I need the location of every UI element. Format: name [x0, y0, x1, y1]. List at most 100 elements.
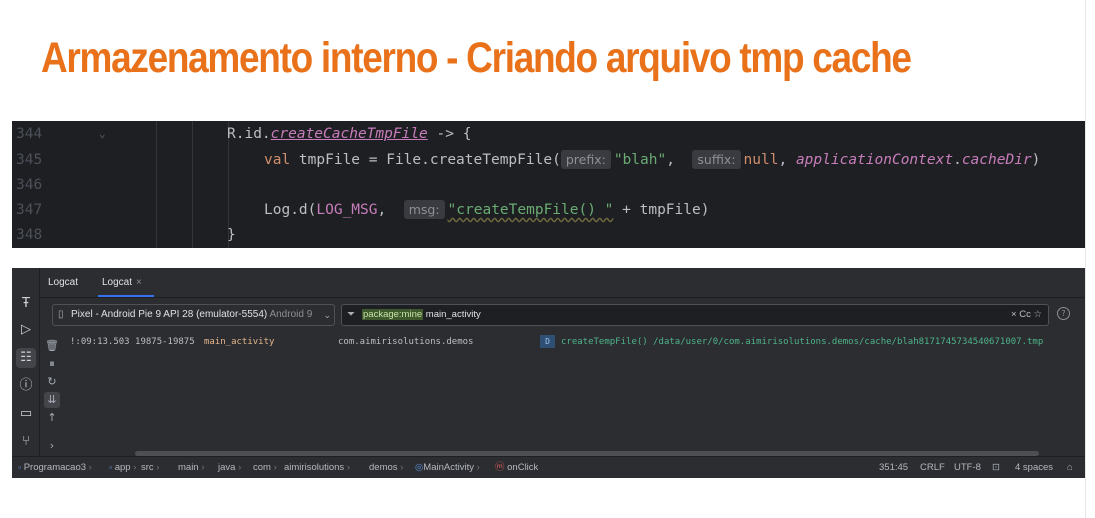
code-line[interactable]: 346 [12, 172, 1085, 198]
close-icon[interactable]: × [136, 277, 142, 288]
trash-icon[interactable]: 🗑 [44, 338, 60, 354]
code-token: "blah" [613, 152, 667, 168]
tab-logcat-title[interactable]: Logcat [48, 268, 78, 298]
pause-icon[interactable]: ⏸ [44, 356, 60, 372]
breadcrumb-item[interactable]: ▫ app › [109, 457, 136, 478]
tab-logcat[interactable]: Logcat × [102, 268, 142, 298]
chevron-right-icon[interactable]: › [44, 438, 60, 454]
code-token: ) [1031, 152, 1041, 168]
code-line[interactable]: 345 val tmpFile = File.createTempFile(pre… [12, 147, 1085, 173]
chevron-right-icon: › [344, 462, 350, 473]
code-token: , [666, 152, 693, 168]
code-token: , [377, 202, 404, 218]
breadcrumb-label: onClick [507, 462, 539, 473]
code-token: + tmpFile) [613, 202, 710, 218]
breadcrumb-item[interactable]: ⓜ onClick [495, 457, 538, 478]
code-line[interactable]: 348} [12, 222, 1085, 248]
breadcrumb-label: src [141, 462, 154, 473]
line-number: 344 [16, 126, 43, 142]
problems-icon[interactable]: ⓘ [16, 376, 36, 396]
code-token: . [953, 152, 962, 168]
restart-icon[interactable]: ↻ [44, 374, 60, 390]
device-version: Android 9 [269, 309, 313, 320]
code-line[interactable]: 347 Log.d(LOG_MSG, msg: "createTempFile() … [12, 197, 1085, 223]
logcat-icon[interactable]: ☷ [16, 348, 36, 368]
filter-icon: ⏷ [347, 309, 355, 320]
breadcrumb-item[interactable]: java › [218, 457, 241, 478]
breadcrumb-label: main [178, 462, 199, 473]
chevron-right-icon: › [130, 462, 137, 473]
log-timestamp: !:09:13.503 19875-19875 [70, 337, 195, 347]
fold-chevron-icon[interactable]: ⌄ [99, 121, 106, 147]
arrow-up-icon[interactable]: ↑ [44, 410, 60, 426]
help-icon[interactable]: ? [1057, 307, 1070, 320]
slide-title: Armazenamento interno - Criando arquivo … [41, 34, 912, 82]
chevron-right-icon: › [397, 462, 404, 473]
lock-icon[interactable]: ⌂ [1067, 457, 1073, 478]
terminal-icon[interactable]: ▭ [16, 404, 36, 424]
run-icon[interactable]: ▷ [16, 320, 36, 340]
logcat-tabbar: Logcat Logcat × [40, 268, 1085, 298]
scroll-to-end-icon[interactable]: ⇊ [44, 392, 60, 408]
breadcrumb-item[interactable]: ▫ Programacao3 › [18, 457, 92, 478]
tool-window-strip: Ŧ ▷ ☷ ⓘ ▭ ⑂ [12, 268, 40, 456]
log-entry[interactable]: !:09:13.503 19875-19875 main_activity co… [70, 334, 1080, 350]
parameter-hint: suffix: [692, 150, 741, 169]
code-token: applicationContext [795, 152, 954, 168]
breadcrumb-label: aimirisolutions [284, 462, 345, 473]
file-encoding[interactable]: UTF-8 [954, 457, 981, 478]
breadcrumb-item[interactable]: main › [178, 457, 204, 478]
git-icon[interactable]: ⑂ [16, 432, 36, 452]
chevron-right-icon: › [86, 462, 92, 473]
code-token: cacheDir [961, 152, 1032, 168]
log-package: com.aimirisolutions.demos [338, 337, 474, 347]
filter-key: package:mine [362, 309, 424, 320]
chevron-right-icon: › [270, 462, 277, 473]
breadcrumb-item[interactable]: aimirisolutions › [284, 457, 350, 478]
code-text: val tmpFile = File.createTempFile(prefix… [264, 147, 1040, 173]
line-separator[interactable]: CRLF [920, 457, 945, 478]
device-icon: ▯ [58, 309, 64, 320]
code-text: R.id.createCacheTmpFile -> { [227, 121, 471, 147]
breadcrumb-item[interactable]: ◎MainActivity › [415, 457, 480, 478]
chevron-right-icon: › [473, 462, 480, 473]
line-number: 347 [16, 202, 43, 218]
log-level-badge: D [540, 335, 555, 348]
line-number: 348 [16, 227, 43, 243]
code-token: } [227, 227, 236, 243]
filter-controls[interactable]: × Cc ☆ [1011, 305, 1042, 325]
code-token: tmpFile = File.createTempFile( [298, 152, 561, 168]
breadcrumb-item[interactable]: com › [253, 457, 277, 478]
breadcrumb-label: app [114, 462, 131, 473]
code-token: Log.d( [264, 202, 317, 218]
text-tool-icon[interactable]: Ŧ [16, 294, 36, 314]
code-line[interactable]: 344 ⌄ R.id.createCacheTmpFile -> { [12, 121, 1085, 147]
code-token: LOG_MSG [316, 202, 378, 218]
logcat-toolbar: ▯ Pixel - Android Pie 9 API 28 (emulator… [40, 299, 1085, 331]
code-token: createCacheTmpFile [270, 126, 428, 142]
code-editor[interactable]: 344 ⌄ R.id.createCacheTmpFile -> { 345 val t… [12, 121, 1085, 248]
code-text: } [227, 222, 236, 248]
filter-input[interactable]: ⏷ package:mine main_activity × Cc ☆ [341, 304, 1049, 326]
breadcrumb-label: Programacao3 [23, 462, 87, 473]
breadcrumb-label: MainActivity [423, 462, 474, 473]
log-message: createTempFile() /data/user/0/com.aimiri… [561, 337, 1044, 347]
indent-setting[interactable]: 4 spaces [1015, 457, 1053, 478]
slide-border [1085, 0, 1086, 518]
breadcrumb-item[interactable]: src › [141, 457, 159, 478]
device-selector[interactable]: ▯ Pixel - Android Pie 9 API 28 (emulator… [52, 304, 335, 326]
readonly-icon[interactable]: ⊡ [992, 457, 1000, 478]
active-tab-indicator [98, 295, 154, 297]
chevron-down-icon: ⌄ [323, 310, 331, 320]
log-tag: main_activity [204, 337, 275, 347]
breadcrumb-label: demos [369, 462, 398, 473]
filter-value: main_activity [425, 309, 481, 320]
code-token: val [264, 152, 299, 168]
chevron-right-icon: › [235, 462, 242, 473]
logcat-side-toolbar: 🗑 ⏸ ↻ ⇊ ↑ › [42, 332, 62, 456]
code-token: R.id. [227, 126, 271, 142]
cursor-position[interactable]: 351:45 [879, 457, 908, 478]
breadcrumb-label: com [253, 462, 271, 473]
line-number: 345 [16, 152, 43, 168]
breadcrumb-item[interactable]: demos › [369, 457, 403, 478]
